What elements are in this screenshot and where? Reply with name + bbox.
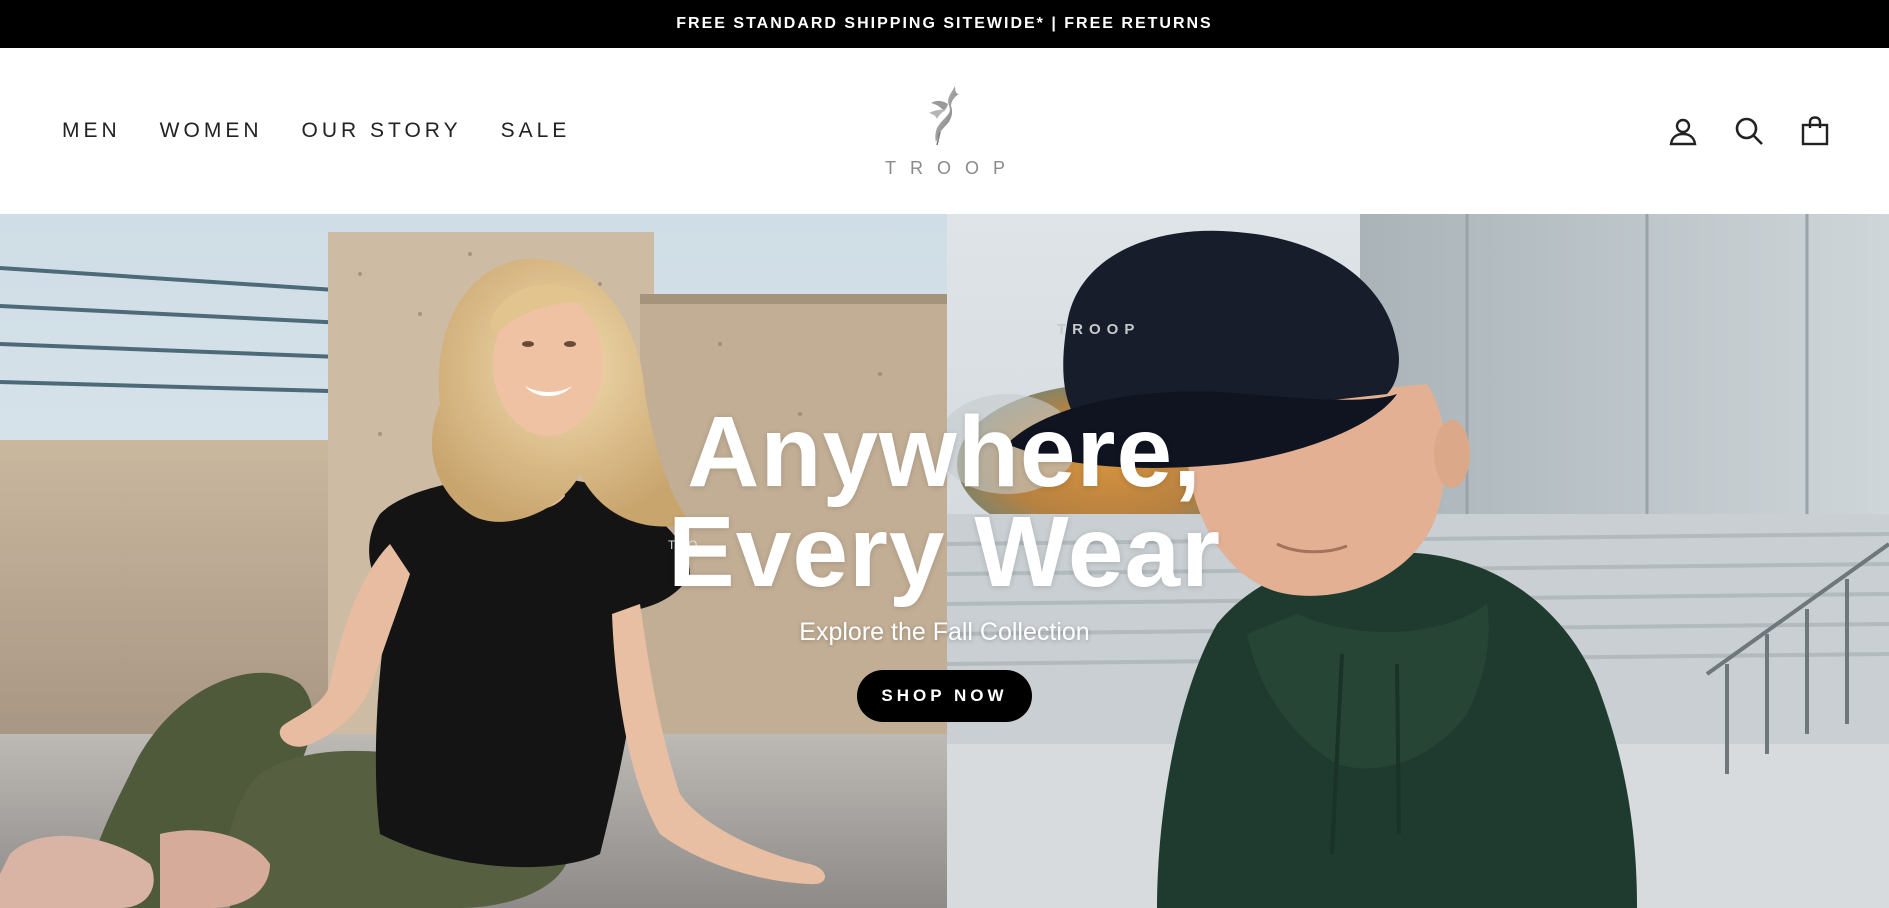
header-icons [1667,48,1831,214]
nav-item-men[interactable]: MEN [62,119,121,143]
hero-title: Anywhere, Every Wear [668,402,1221,602]
nav-item-our-story[interactable]: OUR STORY [302,119,462,143]
nav-item-sale[interactable]: SALE [501,119,571,143]
cart-icon[interactable] [1799,115,1831,147]
account-icon[interactable] [1667,115,1699,147]
hummingbird-logo-icon [929,86,959,146]
hero-title-line-2: Every Wear [668,496,1221,608]
logo-text: TROOP [884,158,1019,178]
search-icon[interactable] [1733,115,1765,147]
site-header: MEN WOMEN OUR STORY SALE TROOP [0,48,1889,214]
announcement-text: FREE STANDARD SHIPPING SITEWIDE* | FREE … [676,15,1213,32]
nav-item-women[interactable]: WOMEN [160,119,263,143]
main-nav: MEN WOMEN OUR STORY SALE [62,48,570,214]
shop-now-button[interactable]: SHOP NOW [857,670,1032,722]
hero-banner: TRO TROOP Anywhere, Every Wear Explore t… [0,214,1889,908]
hero-subtitle: Explore the Fall Collection [799,618,1090,646]
hero-title-line-1: Anywhere, [687,396,1202,508]
announcement-bar: FREE STANDARD SHIPPING SITEWIDE* | FREE … [0,0,1889,48]
site-logo[interactable]: TROOP [860,82,1030,192]
hero-content: Anywhere, Every Wear Explore the Fall Co… [0,214,1889,908]
